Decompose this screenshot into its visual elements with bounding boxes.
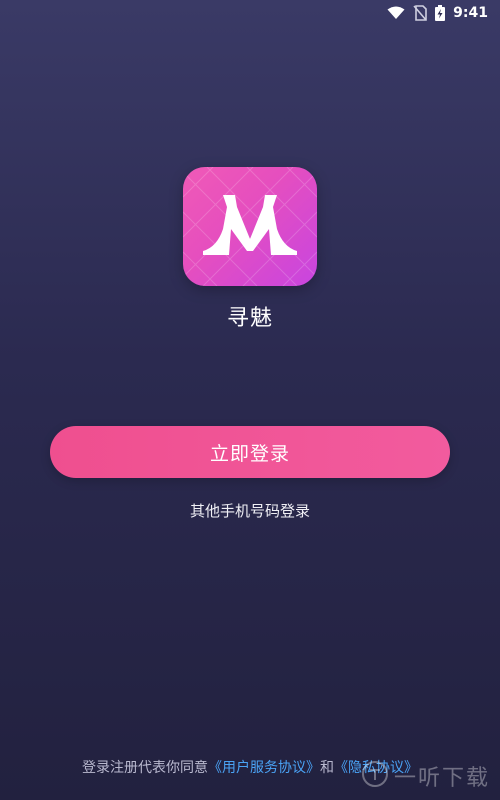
app-logo xyxy=(183,167,317,286)
battery-charging-icon xyxy=(435,5,446,21)
status-bar: 9:41 xyxy=(0,0,500,26)
no-sim-icon xyxy=(413,5,427,21)
wifi-icon xyxy=(387,6,405,20)
status-time: 9:41 xyxy=(453,5,488,21)
agreement-prefix: 登录注册代表你同意 xyxy=(82,760,208,776)
agreement-conjunction: 和 xyxy=(320,760,334,776)
app-name: 寻魅 xyxy=(226,306,273,331)
service-agreement-link[interactable]: 《用户服务协议》 xyxy=(208,760,320,776)
other-phone-login-link[interactable]: 其他手机号码登录 xyxy=(0,500,500,521)
watermark: 一听下载 xyxy=(361,760,490,792)
watermark-text: 一听下载 xyxy=(393,766,490,791)
login-button[interactable]: 立即登录 xyxy=(50,426,450,478)
watermark-logo-icon xyxy=(361,761,388,791)
heels-m-icon xyxy=(203,195,297,255)
